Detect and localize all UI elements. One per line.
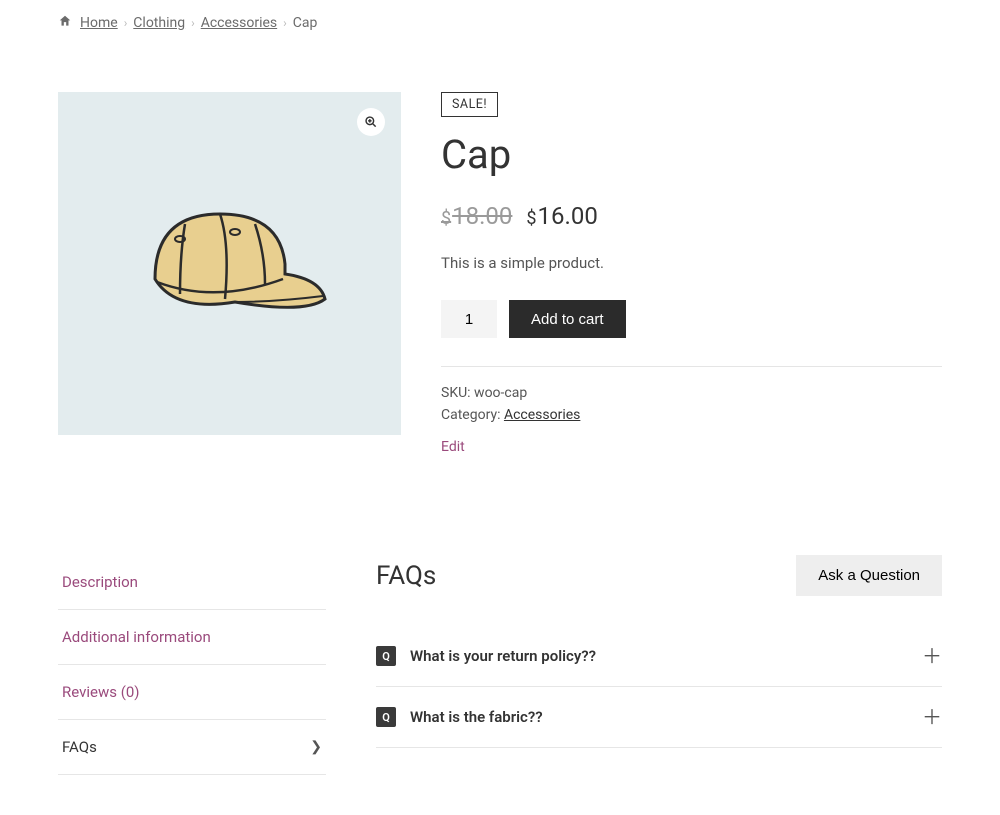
chevron-right-icon: › xyxy=(124,16,128,30)
product-summary: SALE! Cap $18.00 $16.00 This is a simple… xyxy=(441,92,942,455)
currency-symbol: $ xyxy=(441,208,451,229)
new-price: $16.00 xyxy=(526,202,597,230)
plus-icon: ＋ xyxy=(922,707,942,727)
breadcrumb: Home › Clothing › Accessories › Cap xyxy=(58,14,942,32)
tab-reviews[interactable]: Reviews (0) xyxy=(58,665,326,720)
breadcrumb-accessories[interactable]: Accessories xyxy=(201,15,277,31)
tabs-area: Description Additional information Revie… xyxy=(58,555,942,775)
add-to-cart-button[interactable]: Add to cart xyxy=(509,300,626,338)
ask-question-button[interactable]: Ask a Question xyxy=(796,555,942,596)
faq-item[interactable]: Q What is your return policy?? ＋ xyxy=(376,626,942,687)
sku-value: woo-cap xyxy=(474,385,527,401)
faq-question: What is the fabric?? xyxy=(410,708,908,726)
chevron-right-icon: ❯ xyxy=(310,739,322,755)
plus-icon: ＋ xyxy=(922,646,942,666)
old-price: $18.00 xyxy=(441,202,512,230)
cap-illustration xyxy=(125,184,335,344)
product-image[interactable] xyxy=(58,92,401,435)
chevron-right-icon: › xyxy=(283,16,287,30)
breadcrumb-current: Cap xyxy=(293,15,318,31)
new-price-value: 16.00 xyxy=(538,202,598,230)
tab-label: Reviews (0) xyxy=(62,683,140,701)
tab-label: FAQs xyxy=(62,738,97,756)
faq-item[interactable]: Q What is the fabric?? ＋ xyxy=(376,687,942,748)
tab-additional-info[interactable]: Additional information xyxy=(58,610,326,665)
cart-row: Add to cart xyxy=(441,300,942,338)
question-badge-icon: Q xyxy=(376,646,396,666)
currency-symbol: $ xyxy=(526,208,536,229)
old-price-value: 18.00 xyxy=(452,202,512,230)
breadcrumb-home[interactable]: Home xyxy=(80,15,118,31)
sale-badge: SALE! xyxy=(441,92,498,117)
breadcrumb-clothing[interactable]: Clothing xyxy=(133,15,185,31)
product-title: Cap xyxy=(441,131,942,178)
product-area: SALE! Cap $18.00 $16.00 This is a simple… xyxy=(58,92,942,455)
tab-label: Description xyxy=(62,573,138,591)
faq-question: What is your return policy?? xyxy=(410,647,908,665)
tab-description[interactable]: Description xyxy=(58,555,326,610)
faq-header: FAQs Ask a Question xyxy=(376,555,942,596)
price-row: $18.00 $16.00 xyxy=(441,202,942,230)
short-description: This is a simple product. xyxy=(441,254,942,272)
chevron-right-icon: › xyxy=(191,16,195,30)
tab-list: Description Additional information Revie… xyxy=(58,555,326,775)
zoom-icon[interactable] xyxy=(357,108,385,136)
tab-faqs[interactable]: FAQs ❯ xyxy=(58,720,326,775)
home-icon xyxy=(58,14,72,32)
sku-label: SKU: xyxy=(441,385,474,401)
faq-title: FAQs xyxy=(376,561,436,591)
quantity-input[interactable] xyxy=(441,300,497,338)
product-meta: SKU: woo-cap Category: Accessories Edit xyxy=(441,366,942,455)
category-link[interactable]: Accessories xyxy=(504,407,580,423)
category-label: Category: xyxy=(441,407,504,423)
question-badge-icon: Q xyxy=(376,707,396,727)
tab-label: Additional information xyxy=(62,628,211,646)
faq-panel: FAQs Ask a Question Q What is your retur… xyxy=(376,555,942,775)
edit-link[interactable]: Edit xyxy=(441,439,465,455)
